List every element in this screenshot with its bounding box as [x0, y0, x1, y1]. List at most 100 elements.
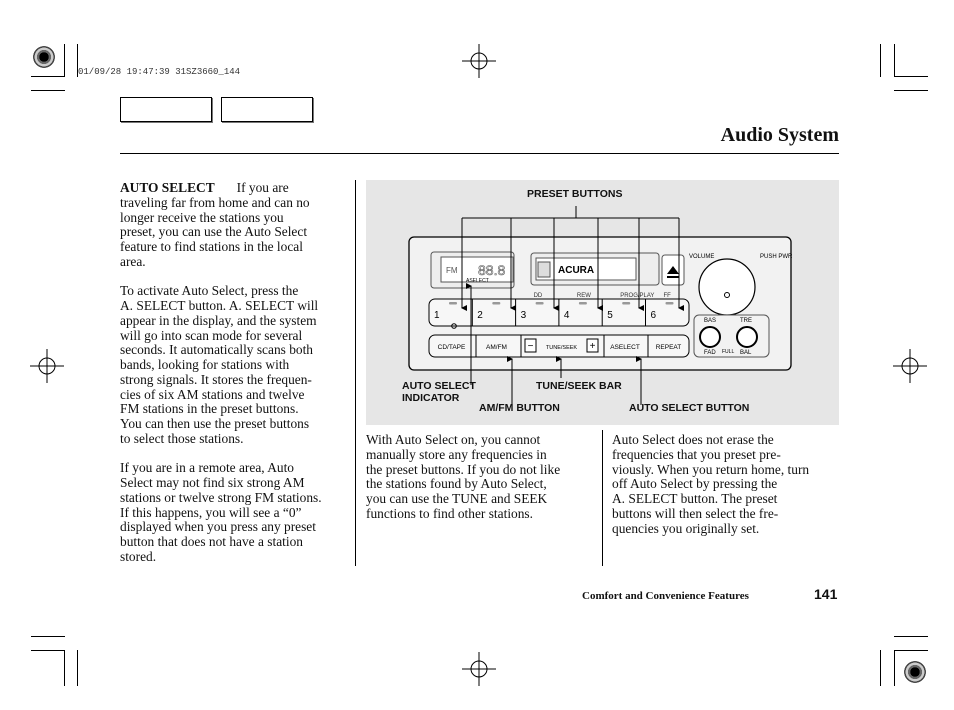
- text-line: traveling far from home and can no: [120, 194, 310, 210]
- callout-am-fm-button: AM/FM BUTTON: [479, 402, 560, 414]
- preset-top-label: PROG/PLAY: [620, 293, 654, 299]
- text-line: Select may not find six strong AM: [120, 475, 305, 490]
- crosshair-icon: [462, 652, 496, 686]
- text-line: off Auto Select by pressing the: [612, 476, 778, 492]
- radio-button-cd-tape[interactable]: CD/TAPE: [438, 344, 466, 351]
- svg-text:FAD: FAD: [704, 350, 716, 356]
- callout-auto-select-indicator: AUTO SELECT INDICATOR: [402, 380, 476, 404]
- callout-tune-seek-bar: TUNE/SEEK BAR: [536, 380, 622, 392]
- middle-column: With Auto Select on, you cannot manually …: [366, 432, 598, 522]
- section-heading: AUTO SELECT: [120, 180, 215, 195]
- text-line: feature to find stations in the local: [120, 239, 303, 254]
- svg-text:1: 1: [434, 310, 440, 321]
- paragraph: If you are in a remote area, Auto Select …: [120, 460, 352, 564]
- text-line: You can then use the preset buttons: [120, 416, 310, 431]
- callout-line: AUTO SELECT: [402, 380, 476, 392]
- plus-icon: +: [590, 341, 596, 352]
- crop-mark: [894, 650, 895, 686]
- text-line: buttons will then select the fre-: [612, 505, 779, 521]
- preset-top-label: FF: [664, 293, 672, 299]
- svg-text:VOLUME: VOLUME: [689, 254, 714, 260]
- right-column: Auto Select does not erase the frequencie…: [612, 432, 844, 536]
- text-line: With Auto Select on, you cannot: [366, 432, 541, 447]
- svg-text:6: 6: [651, 310, 657, 321]
- text-line: appear in the display, and the system: [120, 312, 317, 328]
- text-line: quencies you originally set.: [612, 520, 760, 536]
- radio-diagram: FM 88.8 ASELECT ACURA VOLUME PUSH PWR 1 2…: [366, 180, 839, 425]
- paragraph: To activate Auto Select, press the A. SEL…: [120, 283, 352, 446]
- text-line: Auto Select does not erase the: [612, 432, 774, 447]
- left-column: AUTO SELECT If you are traveling far from …: [120, 180, 352, 579]
- text-line: the stations found by Auto Select,: [366, 476, 547, 492]
- text-line: button that does not have a station: [120, 534, 303, 549]
- text-line: you can use the TUNE and SEEK: [366, 491, 548, 506]
- svg-text:AM/FM: AM/FM: [486, 344, 507, 351]
- text-line: FM stations in the preset buttons.: [120, 401, 299, 417]
- text-line: viously. When you return home, turn: [612, 461, 810, 477]
- crop-mark: [31, 650, 65, 651]
- registration-mark-icon: [904, 661, 926, 683]
- text-line: longer receive the stations you: [120, 209, 284, 225]
- registration-mark-icon: [33, 46, 55, 68]
- nav-tab-box[interactable]: [221, 97, 313, 122]
- crop-mark: [880, 650, 881, 686]
- text-line: AUTO SELECT If you are: [120, 180, 289, 195]
- text-line: If this happens, you will see a “0”: [120, 504, 302, 520]
- text-line: frequencies that you preset pre-: [612, 446, 781, 462]
- text-line: A. SELECT button. A. SELECT will: [120, 298, 319, 313]
- page-number: 141: [814, 586, 838, 602]
- text-line: will go into scan mode for several: [120, 327, 303, 343]
- text-line: A. SELECT button. The preset: [612, 491, 778, 506]
- text-line: cies of six AM stations and twelve: [120, 386, 305, 402]
- text-line: If you are in a remote area, Auto: [120, 460, 294, 476]
- svg-text:3: 3: [521, 310, 527, 321]
- crosshair-icon: [893, 349, 927, 383]
- crop-mark: [894, 636, 928, 637]
- svg-text:5: 5: [607, 310, 613, 321]
- column-divider: [602, 430, 603, 566]
- crosshair-icon: [462, 44, 496, 78]
- crop-mark: [894, 650, 928, 651]
- svg-text:ASELECT: ASELECT: [466, 278, 489, 284]
- svg-text:BAL: BAL: [740, 350, 752, 356]
- svg-text:ASELECT: ASELECT: [610, 344, 640, 351]
- svg-text:88.8: 88.8: [478, 262, 505, 278]
- page-title: Audio System: [720, 124, 839, 146]
- manual-page: 01/09/28 19:47:39 31SZ3660_144 Audio Sys…: [0, 0, 954, 710]
- svg-text:CD/TAPE: CD/TAPE: [438, 344, 466, 351]
- svg-text:4: 4: [564, 310, 570, 321]
- svg-text:ACURA: ACURA: [558, 265, 594, 276]
- crosshair-icon: [30, 349, 64, 383]
- text-line: preset, you can use the Auto Select: [120, 224, 308, 240]
- treble-knob: [736, 326, 758, 348]
- column-divider: [355, 180, 356, 566]
- crop-mark: [64, 44, 65, 77]
- text-line: stations or twelve strong FM stations.: [120, 489, 322, 505]
- text-line: manually store any frequencies in: [366, 446, 547, 462]
- text-line: the preset buttons. If you do not like: [366, 461, 561, 477]
- svg-text:FM: FM: [446, 266, 458, 275]
- svg-text:PUSH PWR: PUSH PWR: [760, 254, 793, 260]
- text-line: seconds. It automatically scans both: [120, 342, 314, 358]
- svg-text:BAS: BAS: [704, 318, 716, 324]
- text-line: To activate Auto Select, press the: [120, 283, 299, 299]
- preset-top-label: DD: [534, 293, 543, 299]
- crop-mark: [77, 650, 78, 686]
- nav-tab-box[interactable]: [120, 97, 212, 122]
- paragraph: AUTO SELECT If you are traveling far from …: [120, 180, 352, 270]
- callout-preset-buttons: PRESET BUTTONS: [527, 188, 623, 200]
- text-line: functions to find other stations.: [366, 505, 533, 521]
- text-line: area.: [120, 253, 146, 269]
- bass-knob: [699, 326, 721, 348]
- crop-mark: [64, 650, 65, 686]
- svg-text:2: 2: [477, 310, 483, 321]
- minus-icon: −: [528, 341, 534, 352]
- svg-text:FULL: FULL: [722, 349, 734, 355]
- text-line: bands, looking for stations with: [120, 357, 290, 372]
- crop-mark: [31, 636, 65, 637]
- svg-text:TRE: TRE: [740, 318, 752, 324]
- footer-section: Comfort and Convenience Features: [582, 590, 749, 602]
- preset-top-label: REW: [577, 293, 591, 299]
- text-line: to select those stations.: [120, 430, 244, 446]
- text-line: strong signals. It stores the frequen-: [120, 371, 312, 387]
